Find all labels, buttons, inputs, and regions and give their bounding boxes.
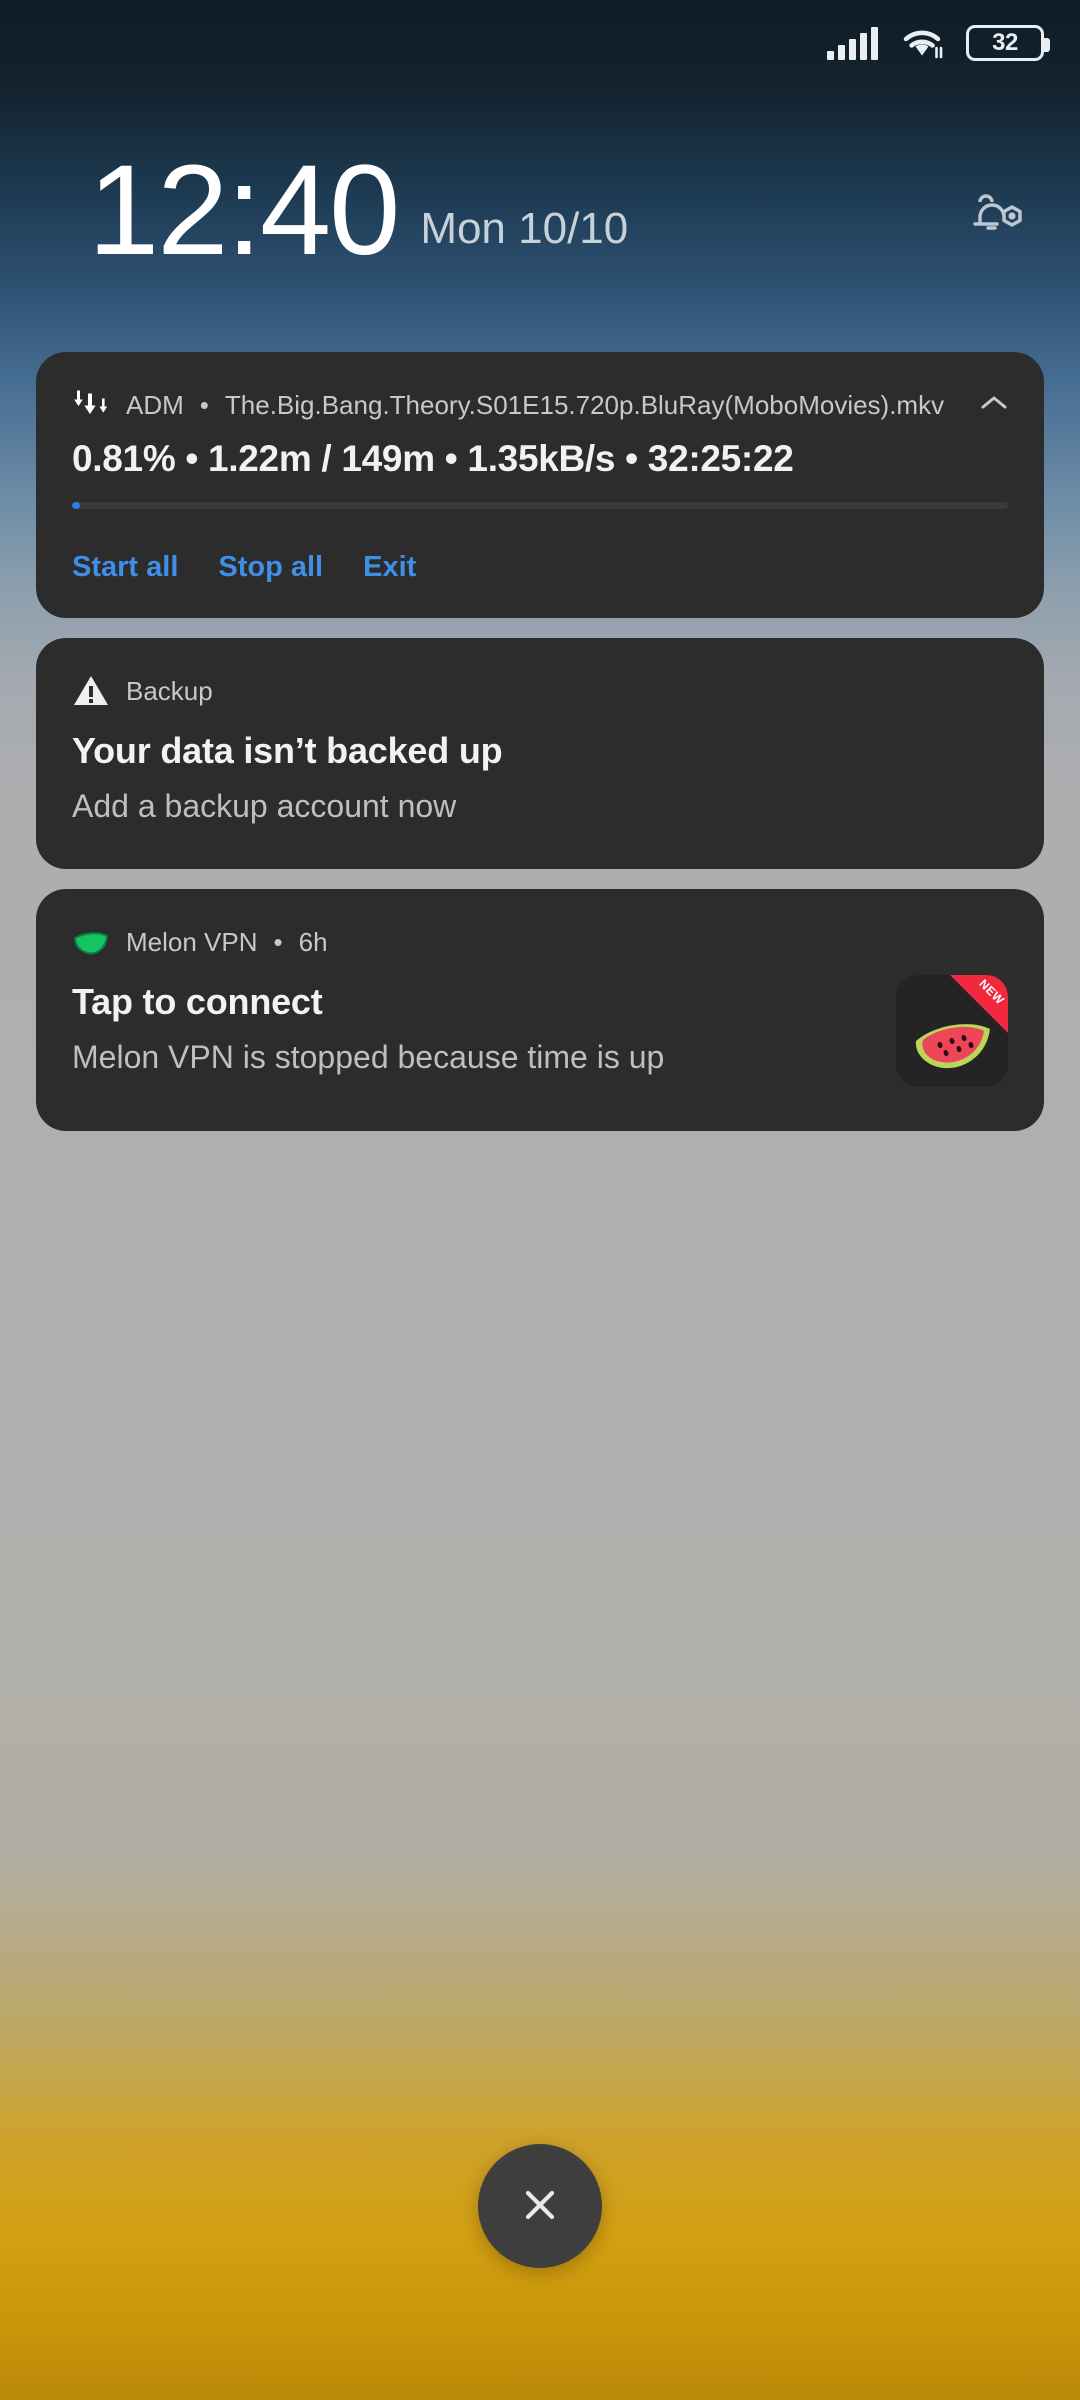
notification-body: Tap to connect Melon VPN is stopped beca… <box>72 961 1008 1087</box>
notification-app-name: Backup <box>126 675 213 706</box>
notification-adm-download[interactable]: ADM • The.Big.Bang.Theory.S01E15.720p.Bl… <box>36 352 1044 618</box>
notification-app-name: ADM <box>126 389 184 420</box>
cellular-signal-icon <box>827 26 878 60</box>
notification-header: Backup <box>72 672 1008 710</box>
notification-title: Your data isn’t backed up <box>72 730 503 771</box>
status-bar: 32 <box>0 0 1080 86</box>
header-separator: • <box>273 926 283 957</box>
bell-gear-icon[interactable] <box>966 183 1028 246</box>
lockscreen-clock-row: 12:40 Mon 10/10 <box>0 139 1080 282</box>
exit-button[interactable]: Exit <box>363 551 416 584</box>
download-progress-text: 0.81% • 1.22m / 149m • 1.35kB/s • 32:25:… <box>72 438 794 479</box>
clear-all-notifications-button[interactable] <box>478 2144 602 2268</box>
download-progress-fill <box>72 502 80 509</box>
notification-header: ADM • The.Big.Bang.Theory.S01E15.720p.Bl… <box>72 386 1008 424</box>
notification-title: Tap to connect <box>72 981 323 1022</box>
notification-header: Melon VPN • 6h <box>72 923 1008 961</box>
clock-date: Mon 10/10 <box>420 203 629 253</box>
clock-time: 12:40 <box>88 139 400 282</box>
wifi-icon <box>900 26 944 60</box>
stop-all-button[interactable]: Stop all <box>218 551 323 584</box>
close-x-icon <box>517 2182 563 2231</box>
notification-backup[interactable]: Backup Your data isn’t backed up Add a b… <box>36 638 1044 869</box>
notification-shade: ADM • The.Big.Bang.Theory.S01E15.720p.Bl… <box>36 352 1044 1151</box>
download-progress-bar <box>72 502 1008 509</box>
notification-text-block: Tap to connect Melon VPN is stopped beca… <box>72 961 872 1076</box>
green-melon-leaf-icon <box>72 923 110 961</box>
notification-subtitle: Melon VPN is stopped because time is up <box>72 1039 665 1075</box>
notification-file-name: The.Big.Bang.Theory.S01E15.720p.BluRay(M… <box>224 389 945 420</box>
notification-subtitle: Add a backup account now <box>72 788 457 824</box>
notification-timestamp: 6h <box>298 926 328 957</box>
notification-melon-vpn[interactable]: Melon VPN • 6h Tap to connect Melon VPN … <box>36 889 1044 1131</box>
battery-level-label: 32 <box>992 29 1018 56</box>
warning-triangle-icon <box>72 672 110 710</box>
header-separator: • <box>199 389 209 420</box>
watermelon-app-icon[interactable]: NEW <box>896 975 1008 1087</box>
download-arrows-icon <box>72 386 110 424</box>
battery-icon: 32 <box>966 25 1050 61</box>
notification-actions: Start all Stop all Exit <box>72 551 1008 584</box>
notification-app-name: Melon VPN <box>126 926 258 957</box>
chevron-up-icon[interactable] <box>968 394 1008 417</box>
start-all-button[interactable]: Start all <box>72 551 178 584</box>
